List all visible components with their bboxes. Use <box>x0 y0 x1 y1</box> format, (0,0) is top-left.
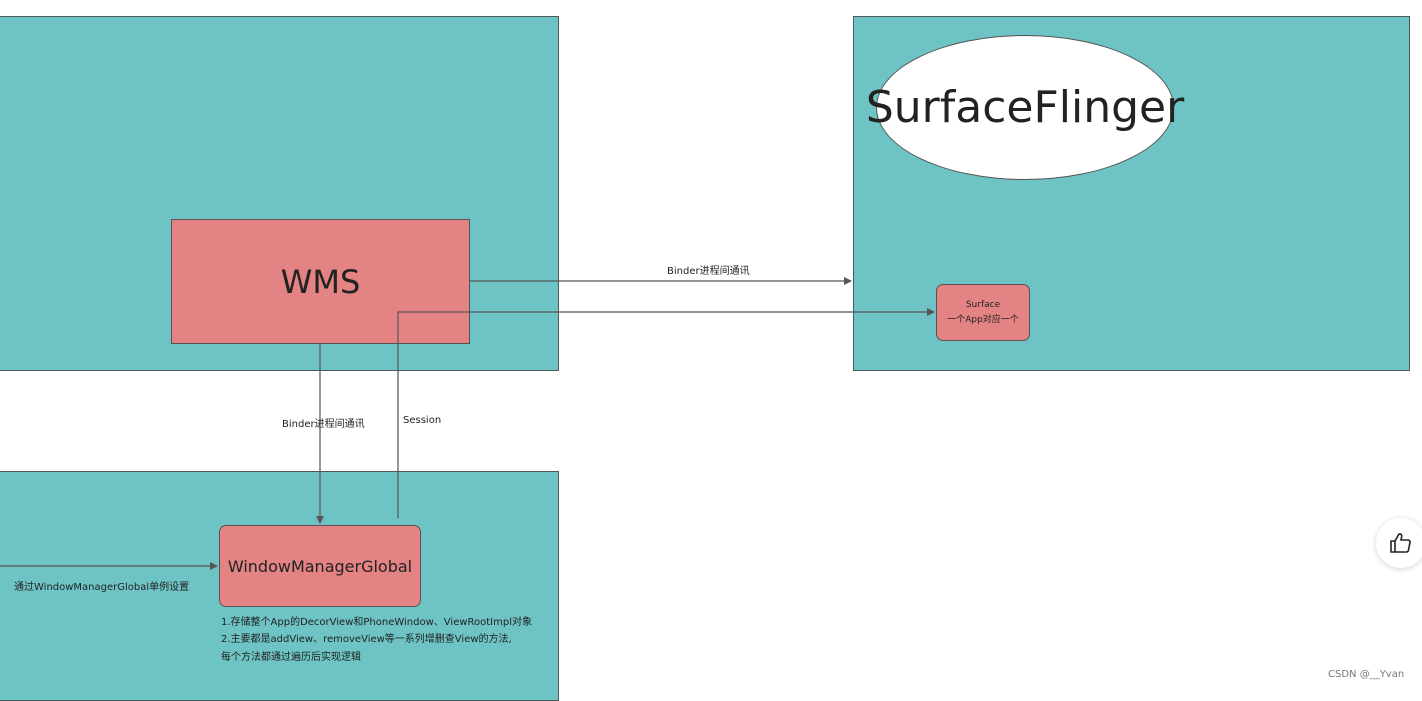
window-manager-global-label: WindowManagerGlobal <box>227 556 413 576</box>
like-button[interactable] <box>1376 518 1422 568</box>
note-line-3: 每个方法都通过遍历后实现逻辑 <box>221 652 361 663</box>
surface-description: 一个App对应一个 <box>947 314 1019 325</box>
window-manager-global-node: WindowManagerGlobal <box>219 525 421 607</box>
wms-node: WMS <box>171 219 470 344</box>
edge-label-left-in: 通过WindowManagerGlobal单例设置 <box>14 582 190 593</box>
surfaceflinger-node: SurfaceFlinger <box>866 35 1184 180</box>
note-line-2: 2.主要都是addView、removeView等一系列增删查View的方法, <box>221 634 512 645</box>
wms-label: WMS <box>280 262 361 301</box>
surface-node: Surface 一个App对应一个 <box>936 284 1030 341</box>
note-line-1: 1.存储整个App的DecorView和PhoneWindow、ViewRoot… <box>221 617 532 628</box>
edge-label-wms-to-wmg: Binder进程间通讯 <box>282 419 365 430</box>
watermark: CSDN @__Yvan <box>1328 669 1405 680</box>
edge-label-wms-to-surfaceflinger: Binder进程间通讯 <box>667 266 750 277</box>
surfaceflinger-label: SurfaceFlinger <box>865 82 1185 133</box>
thumbs-up-icon <box>1390 533 1411 553</box>
edge-label-session: Session <box>403 415 442 426</box>
surface-title: Surface <box>965 299 1001 310</box>
